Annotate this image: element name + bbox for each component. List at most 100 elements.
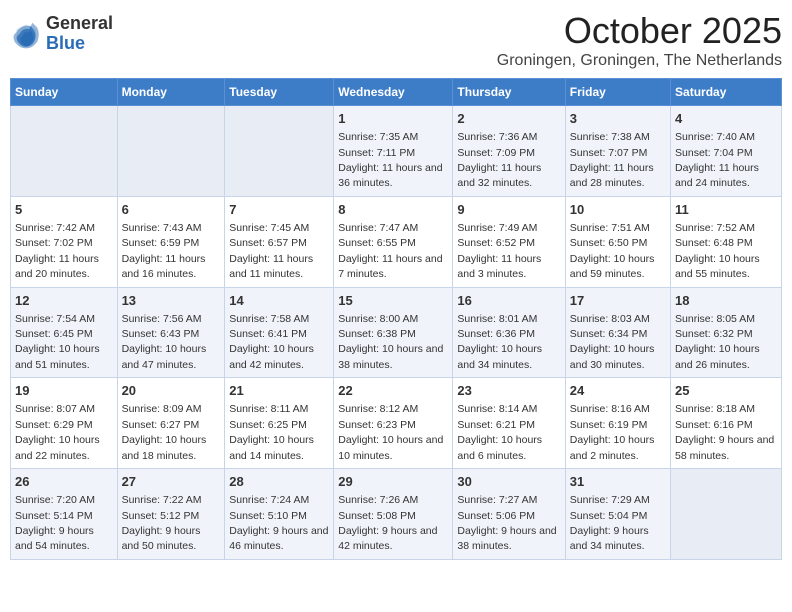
day-number: 19 bbox=[15, 382, 113, 400]
day-sunrise: Sunrise: 8:07 AM bbox=[15, 403, 95, 415]
day-sunrise: Sunrise: 7:56 AM bbox=[122, 313, 202, 325]
header-tuesday: Tuesday bbox=[225, 79, 334, 106]
day-sunrise: Sunrise: 7:27 AM bbox=[457, 494, 537, 506]
day-sunset: Sunset: 6:27 PM bbox=[122, 419, 200, 431]
day-sunset: Sunset: 6:59 PM bbox=[122, 237, 200, 249]
calendar-cell-0-4: 2 Sunrise: 7:36 AM Sunset: 7:09 PM Dayli… bbox=[453, 106, 565, 197]
day-sunrise: Sunrise: 7:47 AM bbox=[338, 222, 418, 234]
day-daylight: Daylight: 11 hours and 28 minutes. bbox=[570, 162, 654, 189]
day-number: 31 bbox=[570, 473, 666, 491]
day-number: 8 bbox=[338, 201, 448, 219]
day-sunrise: Sunrise: 7:22 AM bbox=[122, 494, 202, 506]
day-number: 25 bbox=[675, 382, 777, 400]
calendar-cell-0-1 bbox=[117, 106, 225, 197]
day-daylight: Daylight: 11 hours and 11 minutes. bbox=[229, 253, 313, 280]
calendar-cell-0-3: 1 Sunrise: 7:35 AM Sunset: 7:11 PM Dayli… bbox=[334, 106, 453, 197]
day-sunset: Sunset: 6:23 PM bbox=[338, 419, 416, 431]
calendar-cell-0-2 bbox=[225, 106, 334, 197]
day-number: 23 bbox=[457, 382, 560, 400]
day-daylight: Daylight: 11 hours and 24 minutes. bbox=[675, 162, 759, 189]
day-daylight: Daylight: 10 hours and 10 minutes. bbox=[338, 434, 443, 461]
day-number: 16 bbox=[457, 292, 560, 310]
day-sunset: Sunset: 6:29 PM bbox=[15, 419, 93, 431]
header-wednesday: Wednesday bbox=[334, 79, 453, 106]
calendar-cell-3-6: 25 Sunrise: 8:18 AM Sunset: 6:16 PM Dayl… bbox=[671, 378, 782, 469]
header-saturday: Saturday bbox=[671, 79, 782, 106]
day-daylight: Daylight: 11 hours and 32 minutes. bbox=[457, 162, 541, 189]
day-daylight: Daylight: 10 hours and 18 minutes. bbox=[122, 434, 207, 461]
calendar-table: Sunday Monday Tuesday Wednesday Thursday… bbox=[10, 78, 782, 560]
calendar-cell-4-3: 29 Sunrise: 7:26 AM Sunset: 5:08 PM Dayl… bbox=[334, 469, 453, 560]
day-sunrise: Sunrise: 7:43 AM bbox=[122, 222, 202, 234]
day-daylight: Daylight: 11 hours and 36 minutes. bbox=[338, 162, 442, 189]
day-sunrise: Sunrise: 8:14 AM bbox=[457, 403, 537, 415]
title-block: October 2025 Groningen, Groningen, The N… bbox=[497, 10, 782, 70]
day-number: 24 bbox=[570, 382, 666, 400]
calendar-header-row: Sunday Monday Tuesday Wednesday Thursday… bbox=[11, 79, 782, 106]
day-sunrise: Sunrise: 8:03 AM bbox=[570, 313, 650, 325]
calendar-cell-3-4: 23 Sunrise: 8:14 AM Sunset: 6:21 PM Dayl… bbox=[453, 378, 565, 469]
day-number: 6 bbox=[122, 201, 221, 219]
day-daylight: Daylight: 10 hours and 14 minutes. bbox=[229, 434, 314, 461]
day-sunset: Sunset: 7:11 PM bbox=[338, 147, 415, 159]
day-sunrise: Sunrise: 7:51 AM bbox=[570, 222, 650, 234]
calendar-cell-3-1: 20 Sunrise: 8:09 AM Sunset: 6:27 PM Dayl… bbox=[117, 378, 225, 469]
day-daylight: Daylight: 10 hours and 6 minutes. bbox=[457, 434, 542, 461]
day-daylight: Daylight: 11 hours and 7 minutes. bbox=[338, 253, 442, 280]
day-sunset: Sunset: 6:52 PM bbox=[457, 237, 535, 249]
calendar-cell-2-0: 12 Sunrise: 7:54 AM Sunset: 6:45 PM Dayl… bbox=[11, 287, 118, 378]
day-sunset: Sunset: 6:19 PM bbox=[570, 419, 648, 431]
day-number: 29 bbox=[338, 473, 448, 491]
day-sunrise: Sunrise: 7:24 AM bbox=[229, 494, 309, 506]
day-number: 9 bbox=[457, 201, 560, 219]
day-sunrise: Sunrise: 7:54 AM bbox=[15, 313, 95, 325]
day-number: 18 bbox=[675, 292, 777, 310]
day-sunset: Sunset: 5:04 PM bbox=[570, 510, 648, 522]
day-sunset: Sunset: 5:08 PM bbox=[338, 510, 416, 522]
day-sunrise: Sunrise: 7:38 AM bbox=[570, 131, 650, 143]
header-thursday: Thursday bbox=[453, 79, 565, 106]
day-number: 26 bbox=[15, 473, 113, 491]
day-daylight: Daylight: 10 hours and 38 minutes. bbox=[338, 343, 443, 370]
day-sunrise: Sunrise: 7:36 AM bbox=[457, 131, 537, 143]
week-row-3: 19 Sunrise: 8:07 AM Sunset: 6:29 PM Dayl… bbox=[11, 378, 782, 469]
calendar-cell-4-2: 28 Sunrise: 7:24 AM Sunset: 5:10 PM Dayl… bbox=[225, 469, 334, 560]
calendar-cell-3-2: 21 Sunrise: 8:11 AM Sunset: 6:25 PM Dayl… bbox=[225, 378, 334, 469]
day-sunrise: Sunrise: 8:18 AM bbox=[675, 403, 755, 415]
day-sunrise: Sunrise: 8:16 AM bbox=[570, 403, 650, 415]
day-daylight: Daylight: 9 hours and 50 minutes. bbox=[122, 525, 201, 552]
day-daylight: Daylight: 9 hours and 38 minutes. bbox=[457, 525, 556, 552]
day-sunrise: Sunrise: 8:05 AM bbox=[675, 313, 755, 325]
week-row-4: 26 Sunrise: 7:20 AM Sunset: 5:14 PM Dayl… bbox=[11, 469, 782, 560]
day-daylight: Daylight: 10 hours and 47 minutes. bbox=[122, 343, 207, 370]
day-sunset: Sunset: 6:21 PM bbox=[457, 419, 535, 431]
day-sunset: Sunset: 6:50 PM bbox=[570, 237, 648, 249]
calendar-cell-1-0: 5 Sunrise: 7:42 AM Sunset: 7:02 PM Dayli… bbox=[11, 196, 118, 287]
day-sunset: Sunset: 7:09 PM bbox=[457, 147, 535, 159]
day-number: 13 bbox=[122, 292, 221, 310]
calendar-cell-1-5: 10 Sunrise: 7:51 AM Sunset: 6:50 PM Dayl… bbox=[565, 196, 670, 287]
day-number: 10 bbox=[570, 201, 666, 219]
calendar-cell-2-2: 14 Sunrise: 7:58 AM Sunset: 6:41 PM Dayl… bbox=[225, 287, 334, 378]
day-daylight: Daylight: 10 hours and 22 minutes. bbox=[15, 434, 100, 461]
day-sunrise: Sunrise: 8:12 AM bbox=[338, 403, 418, 415]
day-sunrise: Sunrise: 7:29 AM bbox=[570, 494, 650, 506]
day-number: 20 bbox=[122, 382, 221, 400]
week-row-1: 5 Sunrise: 7:42 AM Sunset: 7:02 PM Dayli… bbox=[11, 196, 782, 287]
day-sunrise: Sunrise: 7:26 AM bbox=[338, 494, 418, 506]
week-row-0: 1 Sunrise: 7:35 AM Sunset: 7:11 PM Dayli… bbox=[11, 106, 782, 197]
day-number: 15 bbox=[338, 292, 448, 310]
day-sunset: Sunset: 6:57 PM bbox=[229, 237, 307, 249]
calendar-cell-1-6: 11 Sunrise: 7:52 AM Sunset: 6:48 PM Dayl… bbox=[671, 196, 782, 287]
location: Groningen, Groningen, The Netherlands bbox=[497, 52, 782, 70]
calendar-cell-2-1: 13 Sunrise: 7:56 AM Sunset: 6:43 PM Dayl… bbox=[117, 287, 225, 378]
day-sunrise: Sunrise: 7:52 AM bbox=[675, 222, 755, 234]
day-sunset: Sunset: 5:12 PM bbox=[122, 510, 200, 522]
day-sunset: Sunset: 6:34 PM bbox=[570, 328, 648, 340]
calendar-cell-0-5: 3 Sunrise: 7:38 AM Sunset: 7:07 PM Dayli… bbox=[565, 106, 670, 197]
day-sunset: Sunset: 6:38 PM bbox=[338, 328, 416, 340]
day-number: 12 bbox=[15, 292, 113, 310]
calendar-cell-1-4: 9 Sunrise: 7:49 AM Sunset: 6:52 PM Dayli… bbox=[453, 196, 565, 287]
calendar-cell-3-3: 22 Sunrise: 8:12 AM Sunset: 6:23 PM Dayl… bbox=[334, 378, 453, 469]
day-sunset: Sunset: 6:45 PM bbox=[15, 328, 93, 340]
